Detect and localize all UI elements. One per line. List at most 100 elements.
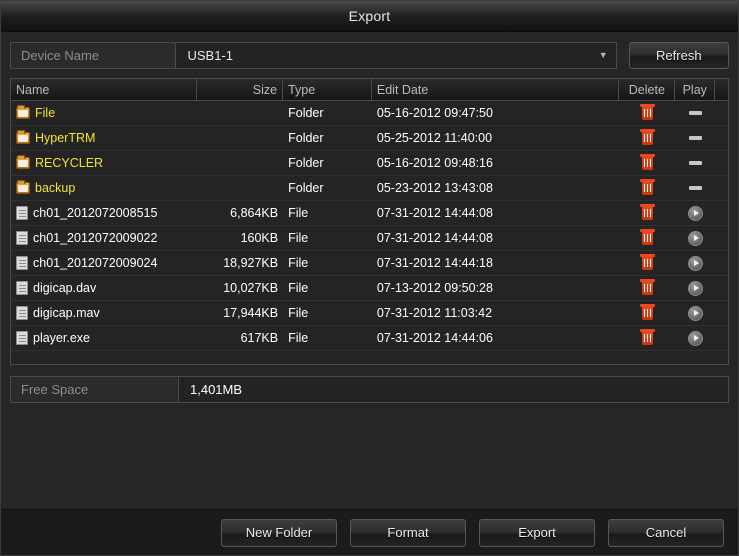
table-row[interactable]: digicap.mav 17,944KB File 07-31-2012 11:03:… <box>11 301 728 326</box>
cell-name: RECYCLER <box>11 151 197 176</box>
play-icon[interactable] <box>687 255 703 271</box>
cell-name: ch01_2012072009022 <box>11 226 197 251</box>
table-row[interactable]: backup Folder 05-23-2012 13:43:08 <box>11 176 728 201</box>
file-name-label: ch01_2012072008515 <box>33 206 158 220</box>
cell-type: File <box>288 281 309 295</box>
cell-edit-date: 05-16-2012 09:48:16 <box>376 156 493 170</box>
cell-type: File <box>288 206 309 220</box>
delete-icon[interactable] <box>639 203 655 220</box>
new-folder-button[interactable]: New Folder <box>221 518 337 547</box>
file-icon <box>16 231 28 245</box>
delete-icon[interactable] <box>639 328 655 345</box>
dash-icon <box>688 111 702 115</box>
dialog-titlebar: Export <box>1 1 738 32</box>
cell-delete <box>619 101 675 126</box>
delete-icon[interactable] <box>639 253 655 270</box>
free-space-label: Free Space <box>10 376 178 403</box>
file-icon <box>16 331 28 345</box>
column-header-size[interactable]: Size <box>197 79 284 100</box>
column-header-play: Play <box>675 79 716 100</box>
cell-play <box>676 251 716 276</box>
cell-edit-date: 07-31-2012 14:44:08 <box>376 231 493 245</box>
delete-icon[interactable] <box>639 278 655 295</box>
table-body: File Folder 05-16-2012 09:47:50 HyperTRM Fol… <box>11 101 728 364</box>
refresh-button[interactable]: Refresh <box>628 41 729 69</box>
cancel-button[interactable]: Cancel <box>608 518 724 547</box>
column-header-edit-date[interactable]: Edit Date <box>372 79 620 100</box>
cell-type: Folder <box>288 181 324 195</box>
cell-name: player.exe <box>11 326 197 351</box>
table-row[interactable]: RECYCLER Folder 05-16-2012 09:48:16 <box>11 151 728 176</box>
cell-delete <box>619 226 675 251</box>
delete-icon[interactable] <box>639 303 655 320</box>
cell-delete <box>619 251 675 276</box>
table-row[interactable]: player.exe 617KB File 07-31-2012 14:44:06 <box>11 326 728 351</box>
delete-icon[interactable] <box>639 178 655 195</box>
delete-icon[interactable] <box>639 153 655 170</box>
cell-scrollbar-gutter <box>715 126 728 151</box>
cell-play <box>676 151 716 176</box>
free-space-value: 1,401MB <box>178 376 729 403</box>
table-row[interactable]: File Folder 05-16-2012 09:47:50 <box>11 101 728 126</box>
cell-play <box>676 176 716 201</box>
export-button[interactable]: Export <box>479 518 595 547</box>
cell-play <box>676 226 716 251</box>
cell-size: 17,944KB <box>223 306 279 320</box>
cell-delete <box>619 176 675 201</box>
column-header-name[interactable]: Name <box>11 79 198 100</box>
cell-edit-date: 05-16-2012 09:47:50 <box>376 106 493 120</box>
delete-icon[interactable] <box>639 128 655 145</box>
column-header-scrollbar-gutter <box>715 79 728 100</box>
cell-scrollbar-gutter <box>715 276 728 301</box>
cell-size: 6,864KB <box>230 206 279 220</box>
file-name-label: digicap.dav <box>33 281 97 295</box>
cell-scrollbar-gutter <box>715 101 728 126</box>
cell-edit-date: 05-25-2012 11:40:00 <box>376 131 493 145</box>
cell-name: File <box>11 101 197 126</box>
table-row[interactable]: ch01_2012072009022 160KB File 07-31-2012 14… <box>11 226 728 251</box>
folder-icon <box>16 130 30 144</box>
cell-type: Folder <box>288 106 324 120</box>
table-row[interactable]: ch01_2012072009024 18,927KB File 07-31-2012… <box>11 251 728 276</box>
file-name-label: player.exe <box>33 331 90 345</box>
cell-type: File <box>288 331 309 345</box>
cell-delete <box>619 126 675 151</box>
cell-delete <box>619 201 675 226</box>
play-icon[interactable] <box>687 330 703 346</box>
cell-name: HyperTRM <box>11 126 197 151</box>
cell-scrollbar-gutter <box>715 201 728 226</box>
cell-size <box>197 151 283 176</box>
cell-scrollbar-gutter <box>715 176 728 201</box>
dialog-title: Export <box>348 8 391 24</box>
play-icon[interactable] <box>687 280 703 296</box>
cell-size: 10,027KB <box>223 281 279 295</box>
folder-icon <box>16 155 30 169</box>
cell-type: Folder <box>288 156 324 170</box>
delete-icon[interactable] <box>639 103 655 120</box>
format-button[interactable]: Format <box>350 518 466 547</box>
delete-icon[interactable] <box>639 228 655 245</box>
cell-edit-date: 07-31-2012 14:44:08 <box>376 206 493 220</box>
play-icon[interactable] <box>687 205 703 221</box>
play-icon[interactable] <box>687 305 703 321</box>
column-header-type[interactable]: Type <box>283 79 372 100</box>
device-name-dropdown[interactable]: USB1-1 ▼ <box>175 41 617 69</box>
cell-play <box>676 126 716 151</box>
cell-size: 160KB <box>240 231 279 245</box>
cell-scrollbar-gutter <box>715 226 728 251</box>
column-header-delete: Delete <box>619 79 676 100</box>
table-row[interactable]: ch01_2012072008515 6,864KB File 07-31-2012 … <box>11 201 728 226</box>
file-icon <box>16 206 28 220</box>
folder-icon <box>16 180 30 194</box>
cell-type: Folder <box>288 131 324 145</box>
table-row[interactable]: digicap.dav 10,027KB File 07-13-2012 09:50:… <box>11 276 728 301</box>
cell-play <box>676 326 716 351</box>
cell-play <box>676 201 716 226</box>
file-name-label: backup <box>35 181 76 195</box>
cell-size <box>197 126 283 151</box>
device-selection-row: Device Name USB1-1 ▼ Refresh <box>1 32 738 78</box>
file-name-label: File <box>35 106 56 120</box>
table-row[interactable]: HyperTRM Folder 05-25-2012 11:40:00 <box>11 126 728 151</box>
play-icon[interactable] <box>687 230 703 246</box>
cell-delete <box>619 276 675 301</box>
